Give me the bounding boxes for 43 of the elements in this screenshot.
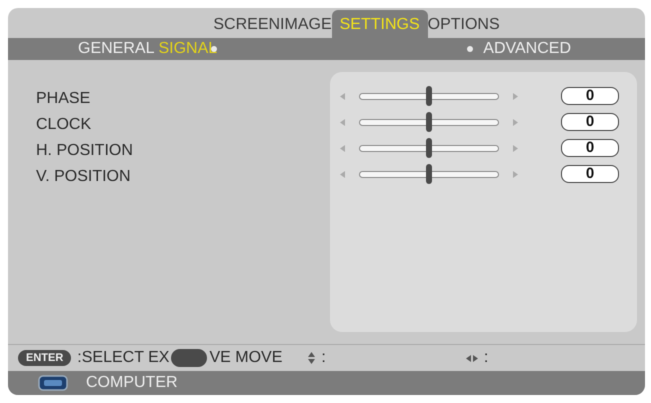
slider[interactable]: [359, 164, 499, 184]
exit-key-icon: [171, 349, 208, 367]
submenu-tab[interactable]: GENERAL: [78, 40, 154, 58]
setting-label: H. POSITION: [36, 142, 134, 161]
hint-text: :SELECT EX: [77, 349, 170, 367]
hint-text: VE MOVE: [209, 349, 282, 367]
slider-thumb[interactable]: [426, 86, 432, 106]
input-source: COMPUTER: [86, 374, 178, 392]
menu-tab[interactable]: OPTIONS: [428, 10, 500, 38]
bullet-icon: [467, 46, 474, 52]
bullet-icon: [211, 46, 218, 52]
left-right-arrows-icon: [466, 354, 478, 362]
value-field: 0: [561, 87, 619, 105]
right-arrow-icon: [513, 144, 518, 152]
hint-text: :: [484, 349, 488, 367]
left-arrow-icon: [340, 170, 345, 178]
slider-thumb[interactable]: [426, 138, 432, 158]
submenu-tab[interactable]: ADVANCED: [483, 40, 571, 58]
slider-thumb[interactable]: [426, 112, 432, 132]
left-arrow-icon: [340, 144, 345, 152]
menu-tab[interactable]: SCREEN: [213, 10, 280, 38]
left-arrow-icon: [340, 92, 345, 100]
right-arrow-icon: [513, 92, 518, 100]
slider[interactable]: [359, 138, 499, 158]
enter-key: ENTER: [18, 350, 72, 366]
right-arrow-icon: [513, 118, 518, 126]
submenu-tab[interactable]: SIGNAL: [158, 40, 218, 58]
menu-tab[interactable]: SETTINGS: [332, 10, 428, 38]
value-field: 0: [561, 165, 619, 183]
value-field: 0: [561, 113, 619, 131]
setting-label: PHASE: [36, 90, 92, 109]
setting-label: CLOCK: [36, 116, 92, 135]
right-arrow-icon: [513, 170, 518, 178]
slider[interactable]: [359, 86, 499, 106]
value-field: 0: [561, 139, 619, 157]
left-arrow-icon: [340, 118, 345, 126]
slider[interactable]: [359, 112, 499, 132]
monitor-port-icon: [38, 375, 68, 391]
setting-label: V. POSITION: [36, 168, 132, 187]
slider-thumb[interactable]: [426, 164, 432, 184]
hint-text: :: [321, 349, 326, 367]
menu-tab[interactable]: IMAGE: [280, 10, 332, 38]
up-down-arrows-icon: [308, 352, 316, 364]
